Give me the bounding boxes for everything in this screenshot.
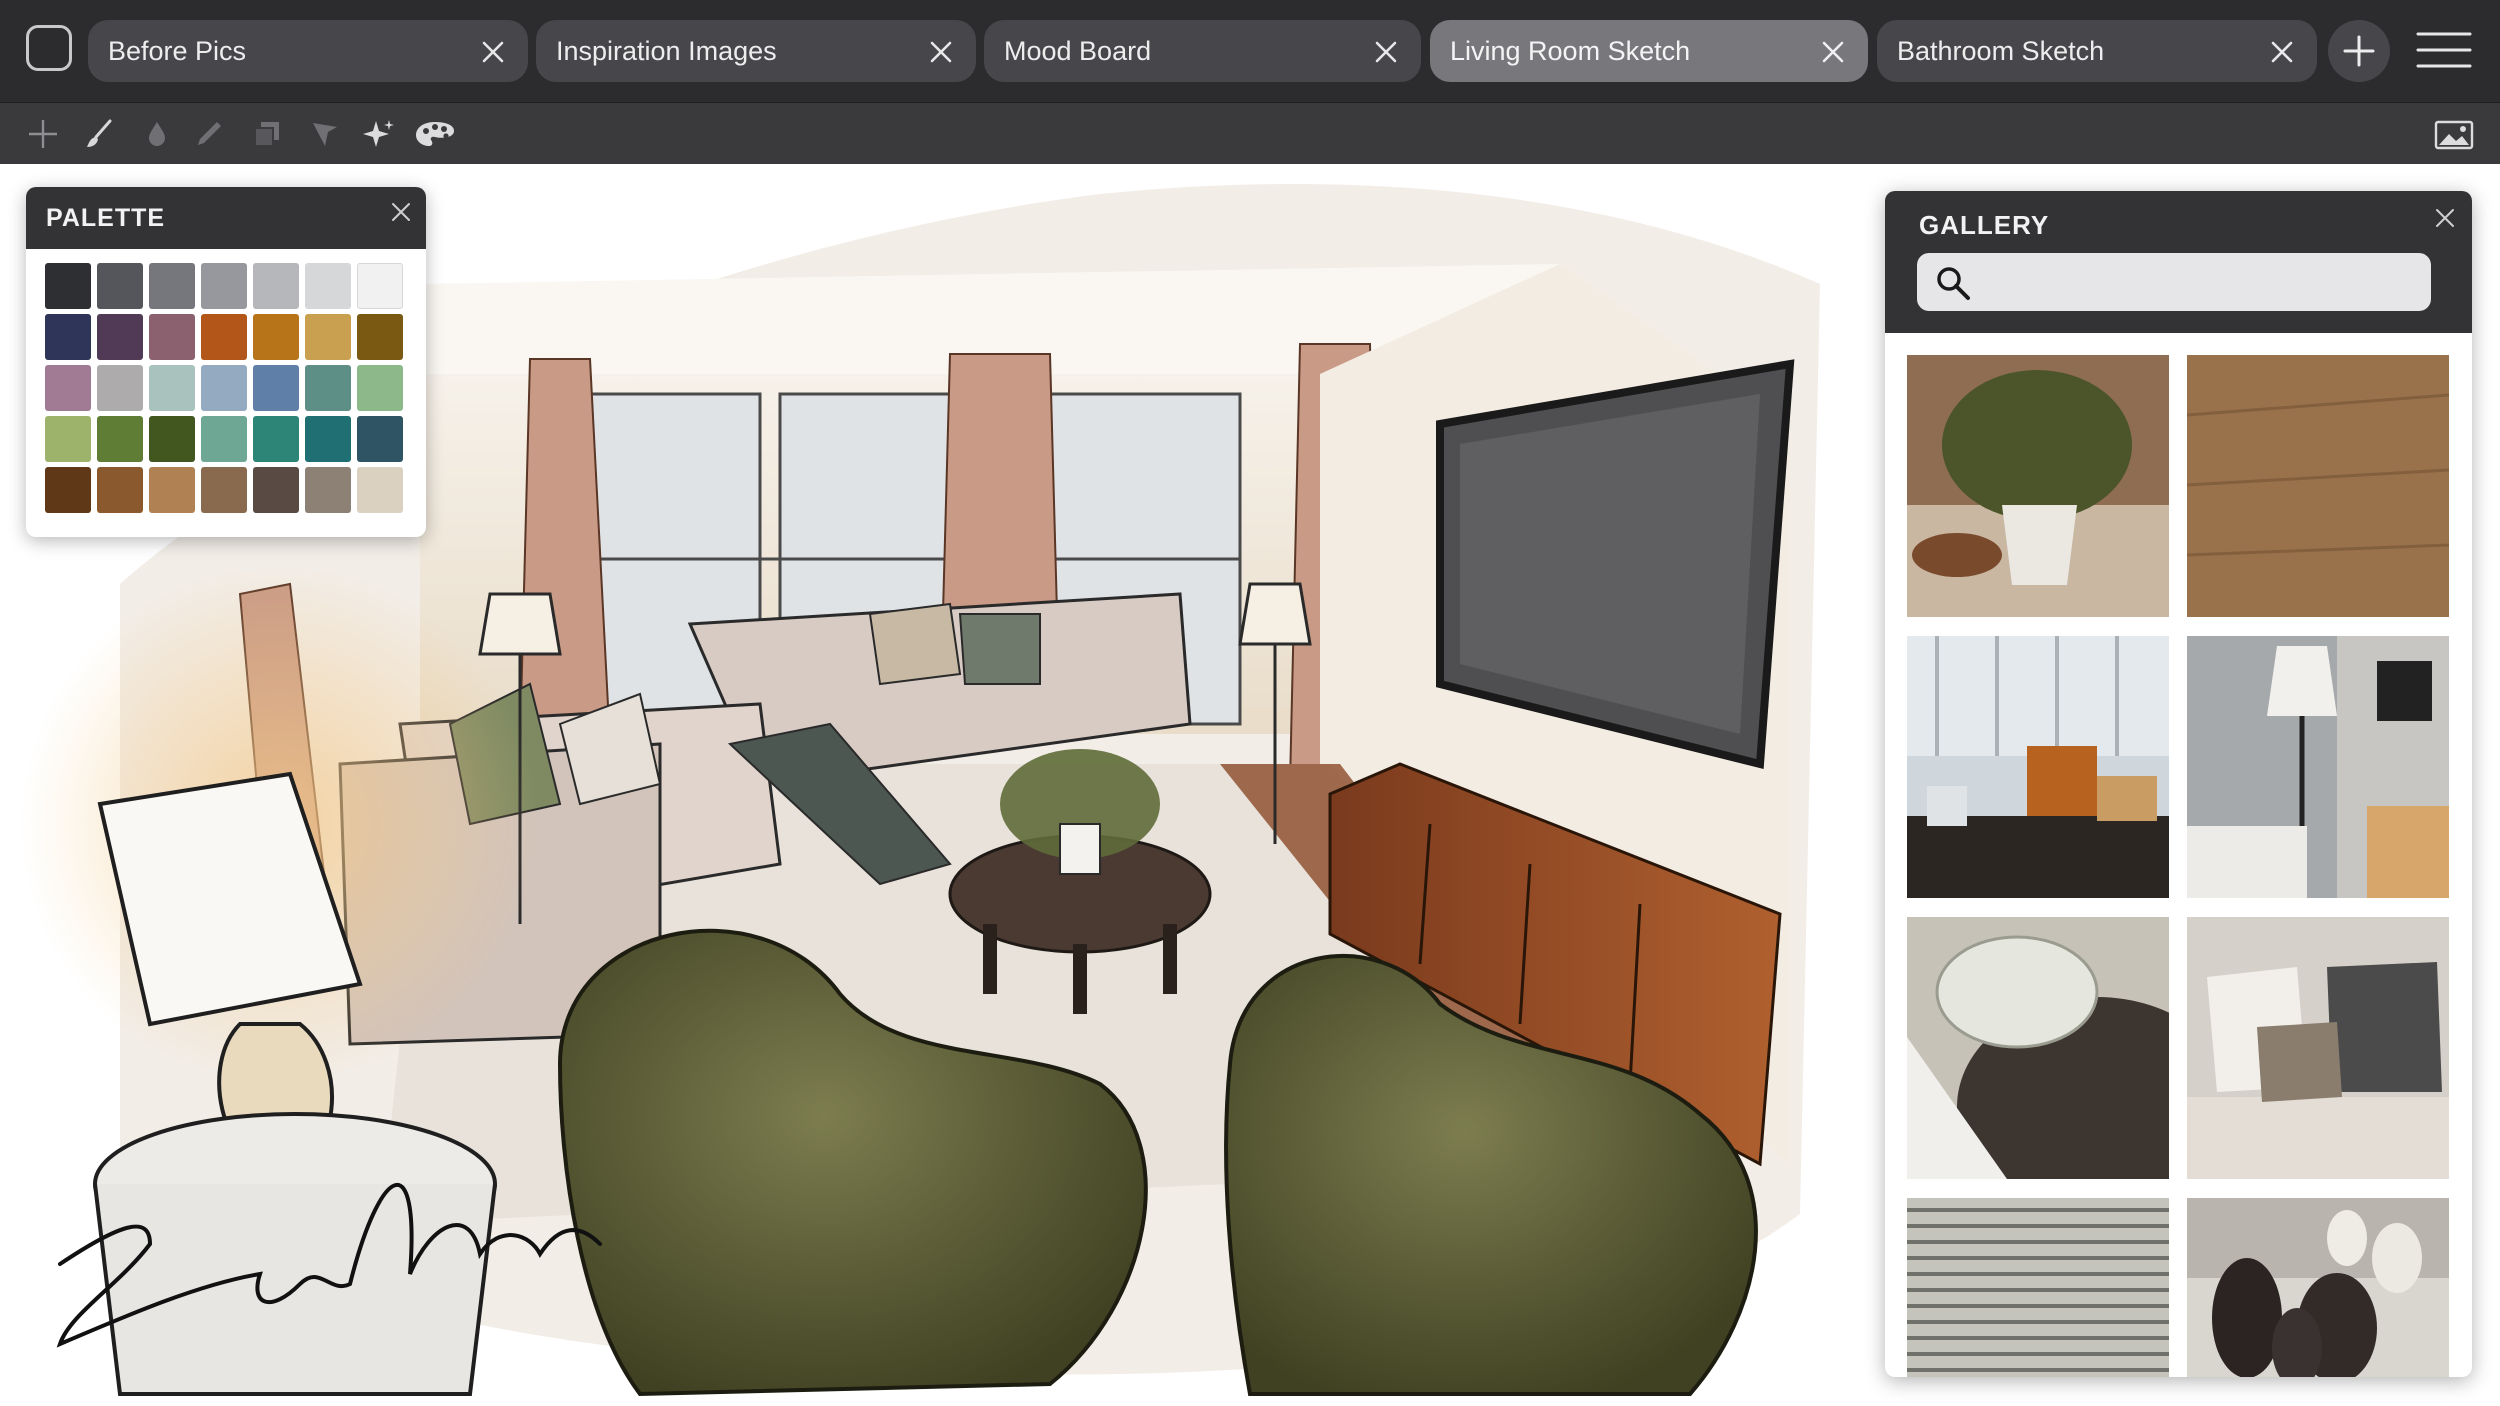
- color-swatch[interactable]: [305, 467, 351, 513]
- tab-label: Living Room Sketch: [1450, 36, 1691, 66]
- tab-living-room-sketch[interactable]: Living Room Sketch: [1430, 20, 1868, 82]
- sparkle-icon[interactable]: [362, 117, 396, 151]
- color-swatch[interactable]: [201, 314, 247, 360]
- color-swatch[interactable]: [305, 263, 351, 309]
- pencil-icon[interactable]: [192, 117, 226, 151]
- color-swatch[interactable]: [253, 467, 299, 513]
- crosshair-icon[interactable]: [26, 117, 60, 151]
- color-swatch[interactable]: [97, 365, 143, 411]
- gallery-header: GALLERY: [1885, 191, 2472, 333]
- layers-icon[interactable]: [250, 117, 284, 151]
- color-swatch[interactable]: [357, 416, 403, 462]
- palette-panel: PALETTE: [26, 187, 426, 537]
- gallery-thumb-plates-table[interactable]: [1907, 917, 2169, 1179]
- tab-label: Inspiration Images: [556, 36, 777, 66]
- color-swatch[interactable]: [201, 467, 247, 513]
- color-swatch[interactable]: [253, 365, 299, 411]
- gallery-thumb-floor-lamp[interactable]: [2187, 636, 2449, 898]
- color-swatch[interactable]: [305, 365, 351, 411]
- gallery-thumb-sofa-pillows[interactable]: [2187, 917, 2449, 1179]
- close-icon[interactable]: [2434, 207, 2456, 229]
- plus-icon: [2343, 35, 2375, 67]
- color-swatch[interactable]: [201, 365, 247, 411]
- gallery-title: GALLERY: [1919, 210, 2050, 240]
- color-swatch[interactable]: [253, 314, 299, 360]
- brush-icon[interactable]: [82, 117, 116, 151]
- color-swatch[interactable]: [149, 416, 195, 462]
- close-icon[interactable]: [1822, 41, 1844, 63]
- palette-icon[interactable]: [414, 117, 456, 151]
- close-icon[interactable]: [930, 41, 952, 63]
- gallery-thumb-toy-shelf[interactable]: [1907, 636, 2169, 898]
- tool-bar: [0, 102, 2500, 165]
- color-swatch[interactable]: [253, 263, 299, 309]
- color-swatch[interactable]: [357, 467, 403, 513]
- ink-drop-icon[interactable]: [140, 117, 174, 151]
- color-swatch[interactable]: [357, 365, 403, 411]
- tab-inspiration-images[interactable]: Inspiration Images: [536, 20, 976, 82]
- app-home-button[interactable]: [26, 25, 72, 71]
- new-tab-button[interactable]: [2328, 20, 2390, 82]
- color-swatch[interactable]: [149, 263, 195, 309]
- palette-title: PALETTE: [46, 204, 166, 232]
- gallery-thumb-wood-floor[interactable]: [2187, 355, 2449, 617]
- close-icon[interactable]: [390, 201, 412, 223]
- tab-label: Bathroom Sketch: [1897, 36, 2105, 66]
- palette-header: PALETTE: [26, 187, 426, 249]
- tab-label: Mood Board: [1004, 36, 1152, 66]
- color-swatch[interactable]: [201, 416, 247, 462]
- gallery-panel: GALLERY: [1885, 191, 2472, 1377]
- close-icon[interactable]: [482, 41, 504, 63]
- tab-bathroom-sketch[interactable]: Bathroom Sketch: [1877, 20, 2317, 82]
- color-swatch[interactable]: [45, 467, 91, 513]
- tab-bar: Before Pics Inspiration Images Mood Boar…: [0, 0, 2500, 102]
- color-swatch[interactable]: [45, 365, 91, 411]
- tab-before-pics[interactable]: Before Pics: [88, 20, 528, 82]
- color-swatch[interactable]: [97, 416, 143, 462]
- gallery-search-input[interactable]: [1917, 253, 2431, 311]
- color-swatch[interactable]: [149, 365, 195, 411]
- selection-arrow-icon[interactable]: [308, 117, 342, 151]
- color-swatch[interactable]: [305, 314, 351, 360]
- gallery-thumb-striped-fabric[interactable]: [1907, 1198, 2169, 1377]
- color-swatch[interactable]: [45, 263, 91, 309]
- image-icon[interactable]: [2434, 117, 2474, 151]
- close-icon[interactable]: [1375, 41, 1397, 63]
- color-swatch[interactable]: [253, 416, 299, 462]
- color-swatch[interactable]: [305, 416, 351, 462]
- gallery-thumb-potted-plant[interactable]: [1907, 355, 2169, 617]
- color-swatch[interactable]: [149, 467, 195, 513]
- gallery-thumb-vases[interactable]: [2187, 1198, 2449, 1377]
- color-swatch[interactable]: [357, 263, 403, 309]
- color-swatch[interactable]: [45, 416, 91, 462]
- tab-label: Before Pics: [108, 36, 247, 66]
- color-swatch[interactable]: [149, 314, 195, 360]
- color-swatch[interactable]: [97, 467, 143, 513]
- color-swatch[interactable]: [201, 263, 247, 309]
- close-icon[interactable]: [2271, 41, 2293, 63]
- color-swatch[interactable]: [97, 263, 143, 309]
- color-swatch[interactable]: [97, 314, 143, 360]
- color-swatch[interactable]: [45, 314, 91, 360]
- menu-icon[interactable]: [2416, 30, 2472, 70]
- color-swatch[interactable]: [357, 314, 403, 360]
- search-icon: [1937, 267, 1970, 300]
- tab-mood-board[interactable]: Mood Board: [984, 20, 1421, 82]
